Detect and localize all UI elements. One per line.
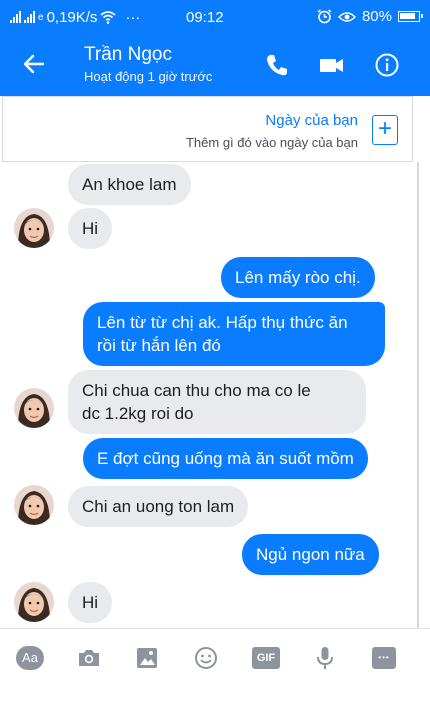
status-bar: e 0,19K/s ··· 09:12 80% — [0, 0, 430, 34]
message-incoming[interactable]: Chi an uong ton lam — [68, 486, 249, 527]
conversation-header: Trần Ngọc Hoạt động 1 giờ trước — [0, 34, 430, 96]
microphone-icon[interactable] — [312, 645, 338, 671]
eye-icon — [337, 11, 356, 22]
network-speed: 0,19K/s — [46, 8, 98, 26]
clock: 09:12 — [186, 9, 224, 26]
avatar[interactable] — [14, 485, 54, 525]
my-day-subtitle: Thêm gì đó vào ngày của bạn — [185, 135, 358, 150]
avatar-face-icon — [14, 388, 54, 428]
message-line: rồi từ hắn lên đó — [97, 336, 221, 355]
message-list[interactable]: An khoe lam Hi Lên mấy ròo chị. Lên từ t… — [0, 162, 430, 628]
message-outgoing[interactable]: Ngủ ngon nữa — [242, 534, 379, 575]
avatar-face-icon — [14, 208, 54, 248]
status-left: e 0,19K/s ··· — [10, 9, 140, 26]
video-camera-icon[interactable] — [318, 52, 344, 78]
message-outgoing[interactable]: Lên mấy ròo chị. — [221, 257, 375, 298]
info-icon[interactable] — [374, 52, 400, 78]
avatar-face-icon — [14, 485, 54, 525]
my-day-title[interactable]: Ngày của bạn — [265, 112, 358, 129]
status-right: 80% — [317, 8, 423, 25]
message-line: Lên từ từ chị ak. Hấp thụ thức ăn — [97, 313, 348, 332]
message-line: dc 1.2kg roi do — [82, 404, 194, 423]
phone-icon[interactable] — [264, 52, 290, 78]
message-incoming[interactable]: Hi — [68, 582, 113, 623]
message-incoming[interactable]: Chi chua can thu cho ma co le dc 1.2kg r… — [68, 370, 366, 434]
notification-dots: ··· — [125, 8, 141, 26]
alarm-icon — [317, 9, 332, 24]
message-line: Chi chua can thu cho ma co le — [82, 381, 311, 400]
signal-icon-2 — [24, 11, 35, 23]
bottom-strip — [0, 686, 430, 713]
add-to-day-button[interactable]: + — [372, 115, 398, 145]
more-icon[interactable]: ••• — [372, 647, 396, 669]
back-arrow-icon[interactable] — [22, 52, 46, 76]
signal-icon — [10, 11, 21, 23]
battery-icon — [398, 11, 423, 22]
avatar-face-icon — [14, 582, 54, 622]
contact-name[interactable]: Trần Ngọc — [84, 44, 172, 66]
camera-icon[interactable] — [76, 645, 102, 671]
message-incoming[interactable]: Hi — [68, 208, 113, 249]
battery-percent: 80% — [361, 8, 392, 25]
wifi-icon — [100, 10, 116, 24]
active-status: Hoạt động 1 giờ trước — [84, 69, 213, 84]
message-outgoing[interactable]: E đợt cũng uống mà ăn suốt mồm — [83, 438, 368, 479]
composer-toolbar: Aa GIF ••• — [0, 628, 430, 686]
emoji-icon[interactable] — [193, 645, 219, 671]
message-outgoing[interactable]: Lên từ từ chị ak. Hấp thụ thức ăn rồi từ… — [83, 302, 385, 366]
image-icon[interactable] — [134, 645, 160, 671]
gif-icon[interactable]: GIF — [252, 647, 280, 669]
text-mode-button[interactable]: Aa — [16, 646, 44, 670]
scrollbar[interactable] — [417, 162, 419, 628]
avatar[interactable] — [14, 208, 54, 248]
network-type-label: e — [38, 11, 44, 23]
avatar[interactable] — [14, 388, 54, 428]
avatar[interactable] — [14, 582, 54, 622]
my-day-banner[interactable]: Ngày của bạn Thêm gì đó vào ngày của bạn… — [2, 96, 413, 162]
message-incoming[interactable]: An khoe lam — [68, 164, 191, 205]
